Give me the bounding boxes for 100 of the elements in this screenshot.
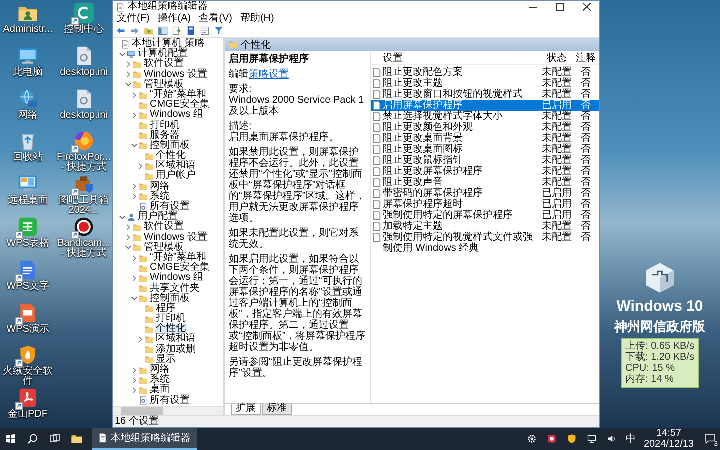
- gear-icon[interactable]: [526, 434, 537, 444]
- column-header[interactable]: 状态: [539, 53, 575, 64]
- desktop-icon-label[interactable]: WPS文字: [0, 282, 56, 292]
- tree-item[interactable]: 管理模板: [143, 242, 185, 253]
- settings-row[interactable]: 阻止更改颜色和外观 未配置 否: [371, 122, 599, 133]
- tree-item[interactable]: 软件设置: [143, 222, 185, 233]
- tree-item[interactable]: 用户帐户: [155, 171, 197, 182]
- settings-row[interactable]: 阻止更改声音 未配置 否: [371, 177, 599, 188]
- pdf-icon[interactable]: [17, 387, 39, 410]
- settings-row[interactable]: 阻止更改桌面背景 未配置 否: [371, 133, 599, 144]
- chevron-right-icon[interactable]: [131, 92, 138, 99]
- chevron-down-icon[interactable]: [131, 295, 138, 302]
- desktop-icon-label[interactable]: Administr...: [0, 25, 56, 35]
- tree-item[interactable]: 控制面板: [149, 294, 191, 304]
- settings-row[interactable]: 启用屏幕保护程序 已启用 否: [371, 100, 599, 111]
- desktop-icon-label[interactable]: desktop.ini: [56, 68, 112, 78]
- chevron-right-icon[interactable]: [125, 224, 132, 231]
- settings-row[interactable]: 加载特定主题 未配置 否: [371, 221, 599, 232]
- clock[interactable]: 14:57 2024/12/13: [640, 428, 698, 450]
- chevron-right-icon[interactable]: [131, 274, 138, 282]
- browser-icon[interactable]: [73, 130, 95, 152]
- record-icon[interactable]: [73, 216, 95, 238]
- tree-item[interactable]: CMGE安全集: [149, 263, 211, 274]
- input-method-indicator[interactable]: 中: [622, 432, 640, 446]
- shield-icon[interactable]: [566, 434, 577, 444]
- app-icon[interactable]: [546, 434, 557, 444]
- desktop-icon-label[interactable]: 控制中心: [56, 25, 112, 35]
- menu-item[interactable]: 文件(F): [117, 13, 150, 24]
- settings-row[interactable]: 强制使用特定的屏幕保护程序 已启用 否: [371, 210, 599, 221]
- menu-item[interactable]: 帮助(H): [240, 13, 274, 24]
- chevron-right-icon[interactable]: [131, 376, 138, 384]
- chevron-down-icon[interactable]: [119, 50, 126, 58]
- chevron-right-icon[interactable]: [131, 366, 138, 374]
- desktop-icon-label[interactable]: desktop.ini: [56, 110, 112, 121]
- view-tab[interactable]: 扩展: [231, 404, 261, 415]
- speaker-icon[interactable]: [606, 434, 617, 444]
- chevron-right-icon[interactable]: [125, 60, 132, 68]
- desktop-icon-label[interactable]: WPS演示: [0, 324, 56, 335]
- export-icon[interactable]: [172, 26, 182, 36]
- chevron-right-icon[interactable]: [137, 336, 144, 344]
- maximize-icon[interactable]: [556, 3, 564, 11]
- tree-item[interactable]: 区域和语: [155, 334, 197, 345]
- up-folder-icon[interactable]: [144, 26, 154, 36]
- search-icon[interactable]: [27, 433, 39, 445]
- chevron-right-icon[interactable]: [131, 193, 138, 200]
- chevron-right-icon[interactable]: [131, 183, 138, 190]
- tree-item[interactable]: Windows 组: [149, 110, 204, 121]
- app-logo-icon[interactable]: [73, 2, 95, 24]
- tree-item[interactable]: Windows 设置: [143, 70, 208, 80]
- policy-settings-link[interactable]: 策略设置: [249, 69, 289, 80]
- filter-icon[interactable]: [214, 26, 224, 36]
- notification-icon[interactable]: [704, 433, 716, 445]
- monitor-icon[interactable]: [586, 434, 597, 444]
- column-header[interactable]: 设置: [383, 53, 539, 64]
- view-tab[interactable]: 标准: [262, 404, 292, 415]
- tree-item[interactable]: 共享文件夹: [149, 284, 201, 294]
- chevron-down-icon[interactable]: [131, 142, 138, 150]
- menu-item[interactable]: 操作(A): [158, 13, 192, 24]
- settings-row[interactable]: 带密码的屏幕保护程序 已启用 否: [371, 188, 599, 199]
- tree-item[interactable]: 管理模板: [143, 80, 185, 90]
- settings-row[interactable]: 阻止更改窗口和按钮的视觉样式 未配置 否: [371, 89, 599, 100]
- close-icon[interactable]: [583, 3, 591, 11]
- desktop-icon-label[interactable]: 金山PDF: [0, 410, 56, 420]
- task-view-icon[interactable]: [49, 433, 61, 445]
- tree-item[interactable]: Windows 组: [149, 273, 204, 284]
- tree-item[interactable]: 网络: [149, 182, 171, 192]
- chevron-right-icon[interactable]: [137, 162, 144, 170]
- chevron-down-icon[interactable]: [125, 244, 132, 252]
- properties-icon[interactable]: [200, 26, 210, 36]
- horizontal-scrollbar[interactable]: [113, 406, 223, 415]
- chevron-right-icon[interactable]: [131, 112, 138, 119]
- folder-icon[interactable]: [71, 433, 83, 445]
- forward-arrow-icon[interactable]: [130, 26, 140, 36]
- spreadsheet-icon[interactable]: [17, 216, 39, 238]
- chevron-down-icon[interactable]: [119, 214, 126, 221]
- tree-item[interactable]: Windows 设置: [143, 232, 208, 243]
- settings-row[interactable]: 阻止更改配色方案 未配置 否: [371, 67, 599, 78]
- tree-item[interactable]: 所有设置: [149, 396, 191, 406]
- settings-row[interactable]: 强制使用特定的视觉样式文件或强制使用 Windows 经典 未配置 否: [371, 232, 599, 254]
- chevron-right-icon[interactable]: [131, 386, 138, 394]
- desktop-icon-label[interactable]: 网络: [0, 110, 56, 121]
- tree-item[interactable]: 添加或删: [155, 344, 197, 355]
- settings-row[interactable]: 阻止更改屏幕保护程序 未配置 否: [371, 166, 599, 177]
- chevron-right-icon[interactable]: [125, 234, 132, 242]
- settings-row[interactable]: 阻止更改主题 未配置 否: [371, 78, 599, 89]
- settings-row[interactable]: 阻止更改桌面图标 未配置 否: [371, 144, 599, 155]
- settings-row[interactable]: 阻止更改鼠标指针 未配置 否: [371, 155, 599, 166]
- settings-row[interactable]: 禁止选择视觉样式字体大小 未配置 否: [371, 111, 599, 122]
- desktop-icon-label[interactable]: 此电脑: [0, 68, 56, 78]
- back-arrow-icon[interactable]: [116, 26, 126, 36]
- tree-item[interactable]: 服务器: [149, 130, 181, 141]
- menu-item[interactable]: 查看(V): [199, 13, 232, 24]
- chevron-right-icon[interactable]: [125, 71, 132, 78]
- tree-toggle-icon[interactable]: [158, 26, 168, 36]
- windows-logo-icon[interactable]: [5, 433, 17, 445]
- desktop-icon-label[interactable]: 图吧工具箱 2024...: [56, 196, 112, 216]
- tree-item[interactable]: CMGE安全集: [149, 100, 211, 110]
- settings-row[interactable]: 屏幕保护程序超时 已启用 否: [371, 199, 599, 210]
- chevron-down-icon[interactable]: [125, 81, 132, 88]
- taskbar-app-button[interactable]: 本地组策略编辑器: [92, 428, 197, 450]
